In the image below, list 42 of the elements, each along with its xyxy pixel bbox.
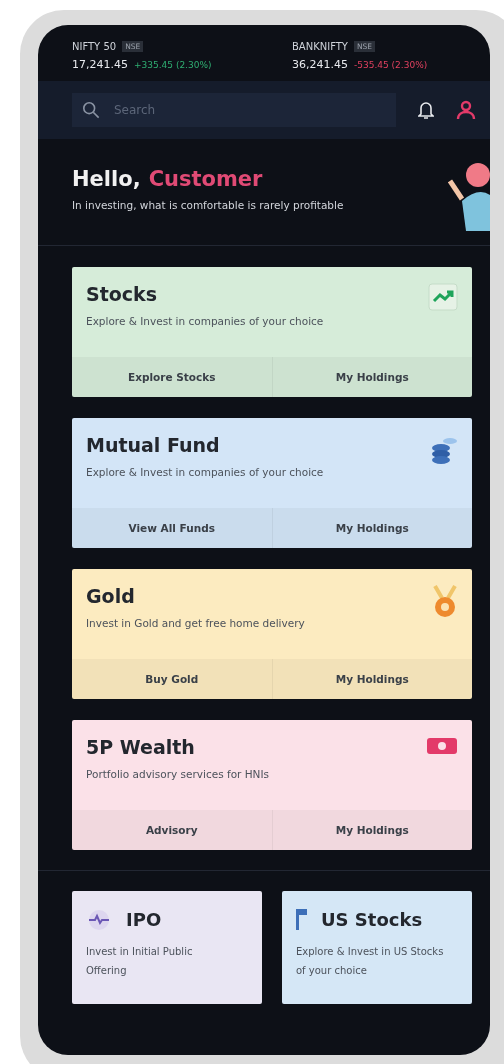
index-value: 17,241.45 <box>72 58 128 71</box>
tagline: In investing, what is comfortable is rarely profitable <box>72 199 344 211</box>
card-action-button[interactable]: My Holdings <box>271 508 472 548</box>
medal-icon <box>432 585 458 619</box>
card-action-button[interactable]: Buy Gold <box>72 659 272 699</box>
card-description: Explore & Invest in companies of your choice <box>86 466 324 478</box>
index-change: -535.45 (2.30%) <box>354 59 428 70</box>
waving-figure-drawing <box>448 161 490 231</box>
index-name: NIFTY 50 <box>72 41 117 52</box>
shortcut-card[interactable]: US Stocks Explore & Invest in US Stocks of your choice <box>282 891 472 1004</box>
trend-up-icon <box>428 283 458 311</box>
index-name: BANKNIFTY <box>292 41 348 52</box>
card-description: Portfolio advisory services for HNIs <box>86 768 270 780</box>
card-description: Explore & Invest in US Stocks of your choice <box>296 945 445 978</box>
search-icon <box>82 100 100 120</box>
flag-icon <box>296 909 307 930</box>
card-title: Mutual Fund <box>86 434 221 456</box>
card-description: Invest in Initial Public Offering <box>86 945 194 978</box>
card-title: Stocks <box>86 283 159 305</box>
index-value: 36,241.45 <box>292 58 348 71</box>
card-action-button[interactable]: Explore Stocks <box>72 357 272 397</box>
greeting-text: Hello, <box>72 167 141 191</box>
search-field[interactable]: Search <box>72 93 396 127</box>
card-title: Gold <box>86 585 136 607</box>
search-input[interactable]: Search <box>112 93 386 127</box>
card-title: 5P Wealth <box>86 736 196 758</box>
card-title: IPO <box>126 909 162 930</box>
card-action-button[interactable]: Advisory <box>72 810 272 850</box>
index-change: +335.45 (2.30%) <box>134 59 212 70</box>
card-description: Invest in Gold and get free home delivery <box>86 617 305 629</box>
card-title: US Stocks <box>321 909 423 930</box>
shortcut-card[interactable]: IPO Invest in Initial Public Offering <box>72 891 262 1004</box>
card-action-button[interactable]: View All Funds <box>72 508 272 548</box>
profile-button[interactable] <box>456 100 476 120</box>
pulse-icon <box>86 909 112 930</box>
card-description: Explore & Invest in companies of your choice <box>86 315 324 327</box>
customer-name: Customer <box>148 167 263 191</box>
card-action-button[interactable]: My Holdings <box>271 659 472 699</box>
banknote-icon <box>426 736 458 756</box>
card-action-button[interactable]: My Holdings <box>271 357 472 397</box>
notification-bell-button[interactable] <box>418 100 434 120</box>
card-action-button[interactable]: My Holdings <box>271 810 472 850</box>
